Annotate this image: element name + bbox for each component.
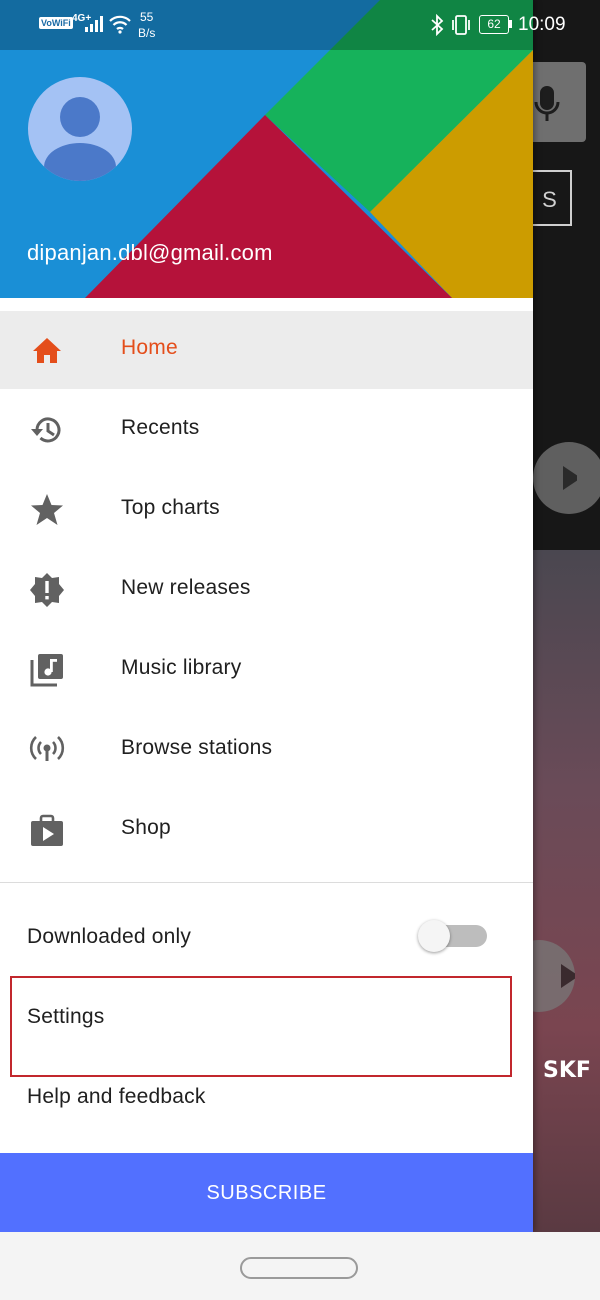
nav-label-new-releases: New releases bbox=[121, 576, 251, 599]
nav-label-shop: Shop bbox=[121, 816, 171, 839]
drawer-divider bbox=[0, 882, 533, 883]
navigation-drawer: dipanjan.dbl@gmail.com Home Recents Top … bbox=[0, 0, 533, 1232]
background-artwork bbox=[533, 550, 600, 1232]
downloaded-only-label: Downloaded only bbox=[27, 925, 192, 948]
battery-tip bbox=[509, 20, 512, 28]
toggle-knob[interactable] bbox=[418, 920, 450, 952]
nav-label-browse-stations: Browse stations bbox=[121, 736, 273, 759]
help-and-feedback-item[interactable]: Help and feedback bbox=[27, 1085, 206, 1109]
nav-item-browse-stations[interactable]: Browse stations bbox=[0, 711, 533, 789]
vibrate-icon bbox=[452, 15, 470, 35]
person-icon bbox=[44, 97, 116, 181]
signal-icon bbox=[85, 16, 103, 32]
shop-icon bbox=[31, 814, 63, 846]
data-speed-value: 55 bbox=[140, 10, 154, 24]
nav-item-new-releases[interactable]: New releases bbox=[0, 551, 533, 629]
clock: 10:09 bbox=[518, 14, 566, 35]
nav-item-shop[interactable]: Shop bbox=[0, 791, 533, 869]
home-gesture-pill[interactable] bbox=[240, 1257, 358, 1279]
system-navigation-bar bbox=[0, 1232, 600, 1300]
nav-label-music-library: Music library bbox=[121, 656, 242, 679]
nav-item-music-library[interactable]: Music library bbox=[0, 631, 533, 709]
play-button bbox=[533, 940, 579, 1012]
status-bar: VoWiFi 4G+ 55 B/s 62 10:09 bbox=[0, 0, 600, 50]
brand-logo: SKF bbox=[543, 1058, 591, 1083]
nav-label-recents: Recents bbox=[121, 416, 200, 439]
data-speed-unit: B/s bbox=[138, 26, 156, 40]
bluetooth-icon bbox=[431, 14, 444, 36]
star-icon bbox=[31, 494, 63, 525]
mic-button bbox=[533, 62, 586, 142]
background-button: S bbox=[533, 170, 572, 226]
radio-station-icon bbox=[29, 736, 65, 761]
nav-item-home[interactable]: Home bbox=[0, 311, 533, 389]
nav-item-top-charts[interactable]: Top charts bbox=[0, 471, 533, 549]
mic-icon bbox=[534, 86, 560, 121]
battery-indicator: 62 bbox=[479, 15, 509, 34]
music-library-icon bbox=[30, 654, 63, 687]
wifi-icon bbox=[109, 15, 131, 34]
avatar[interactable] bbox=[28, 77, 132, 181]
nav-label-top-charts: Top charts bbox=[121, 496, 220, 519]
new-releases-icon bbox=[30, 573, 64, 607]
history-icon bbox=[31, 417, 61, 443]
play-button bbox=[533, 442, 600, 514]
nav-item-recents[interactable]: Recents bbox=[0, 391, 533, 469]
settings-highlight-box bbox=[10, 976, 512, 1077]
nav-label-home: Home bbox=[121, 336, 178, 359]
account-email[interactable]: dipanjan.dbl@gmail.com bbox=[27, 240, 273, 266]
play-icon bbox=[561, 964, 579, 988]
subscribe-button[interactable]: SUBSCRIBE bbox=[0, 1153, 533, 1232]
play-icon bbox=[563, 466, 577, 490]
home-icon bbox=[33, 338, 61, 363]
background-app: S SKF bbox=[533, 0, 600, 1232]
vowifi-badge: VoWiFi bbox=[39, 17, 73, 29]
